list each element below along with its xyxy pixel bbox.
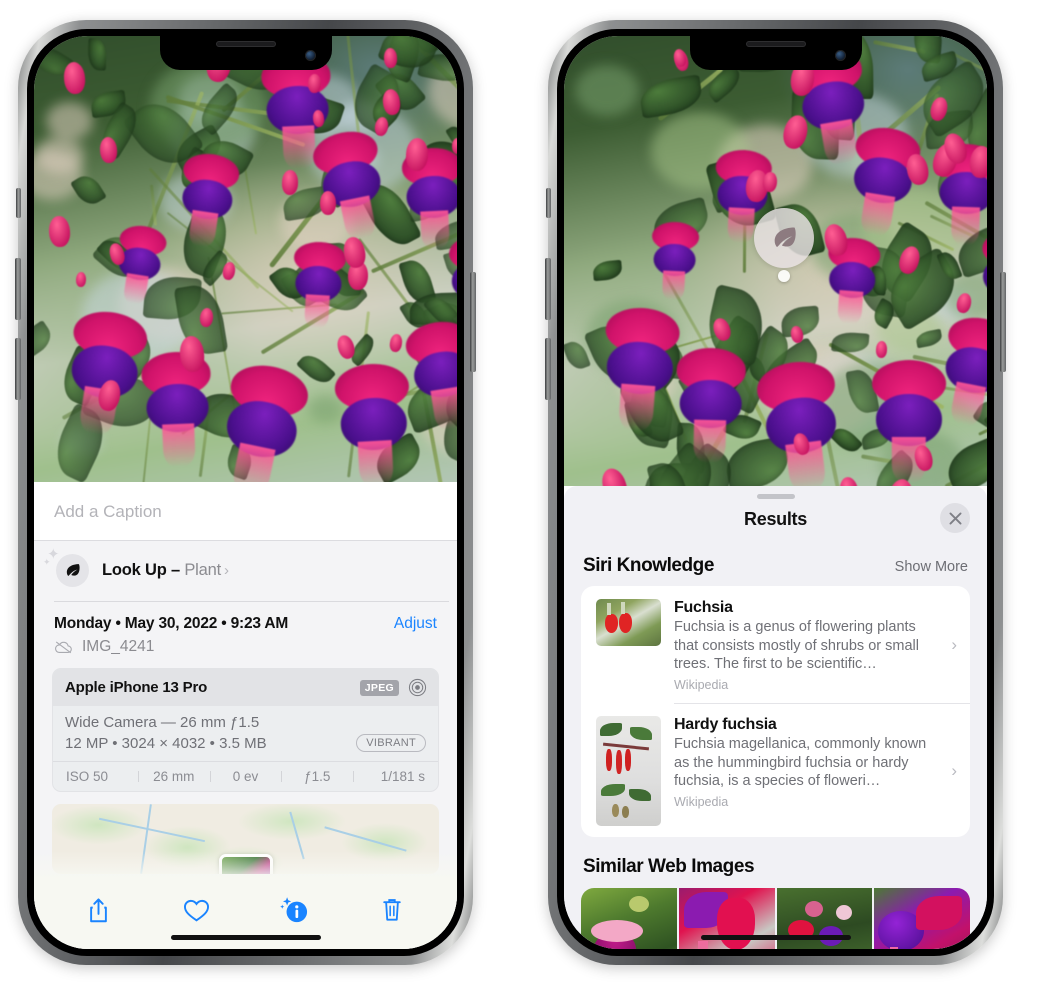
share-button[interactable] (79, 893, 119, 927)
volume-down-button[interactable] (545, 338, 551, 400)
file-name: IMG_4241 (82, 638, 155, 655)
earpiece-speaker (215, 41, 276, 47)
web-image-thumbnail[interactable] (581, 888, 677, 949)
look-up-subject: Plant (184, 561, 221, 579)
knowledge-thumbnail (596, 599, 661, 646)
knowledge-item[interactable]: Hardy fuchsia Fuchsia magellanica, commo… (581, 703, 970, 837)
right-screen: Results Siri Knowledge Show More Fuchsia… (564, 36, 987, 949)
format-badge: JPEG (359, 679, 399, 696)
leaf-icon: ✦ ✦ (43, 547, 89, 587)
left-bezel: Add a Caption ✦ ✦ Look Up – Plant › Mond… (27, 29, 464, 956)
front-camera-icon (304, 50, 316, 61)
knowledge-thumbnail (596, 716, 661, 827)
iphone-right-device: Results Siri Knowledge Show More Fuchsia… (545, 20, 1006, 965)
map-photo-pin (218, 854, 273, 874)
adjust-button[interactable]: Adjust (394, 615, 437, 633)
left-screen: Add a Caption ✦ ✦ Look Up – Plant › Mond… (34, 36, 457, 949)
siri-knowledge-header: Siri Knowledge Show More (564, 536, 987, 586)
knowledge-source: Wikipedia (674, 677, 729, 692)
volume-up-button[interactable] (15, 258, 21, 320)
iphone-left-device: Add a Caption ✦ ✦ Look Up – Plant › Mond… (15, 20, 476, 965)
info-button[interactable] (274, 893, 314, 927)
screenshot-stage: Add a Caption ✦ ✦ Look Up – Plant › Mond… (0, 0, 1055, 985)
look-up-prefix: Look Up – (102, 561, 185, 579)
raw-circles-icon (408, 678, 427, 697)
look-up-row[interactable]: ✦ ✦ Look Up – Plant › (34, 541, 457, 601)
sheet-title: Results (744, 509, 807, 529)
lens-info: Wide Camera — 26 mm ƒ1.5 (65, 714, 260, 731)
knowledge-title: Hardy fuchsia (674, 716, 777, 734)
delete-button[interactable] (372, 893, 412, 927)
section-title: Similar Web Images (583, 856, 755, 878)
show-more-button[interactable]: Show More (895, 559, 968, 575)
web-image-thumbnail[interactable] (874, 888, 970, 949)
resolution-info: 12 MP • 3024 × 4032 • 3.5 MB (65, 734, 267, 752)
power-button[interactable] (470, 272, 476, 372)
camera-metadata-card[interactable]: Apple iPhone 13 Pro JPEG Wide Camera — 2… (52, 668, 439, 792)
results-sheet: Results Siri Knowledge Show More Fuchsia… (564, 486, 987, 949)
power-button[interactable] (1000, 272, 1006, 372)
results-header: Results (564, 499, 987, 536)
device-name: Apple iPhone 13 Pro (65, 679, 208, 696)
exif-shutter: 1/181 s (353, 769, 432, 784)
exif-focal: 26 mm (137, 769, 210, 784)
exif-aperture: ƒ1.5 (281, 769, 353, 784)
close-button[interactable] (940, 503, 970, 533)
mute-switch[interactable] (546, 188, 551, 218)
volume-up-button[interactable] (545, 258, 551, 320)
exif-iso: ISO 50 (66, 769, 109, 784)
front-camera-icon (834, 50, 846, 61)
caption-placeholder: Add a Caption (54, 502, 162, 521)
photo-info-sheet: Add a Caption ✦ ✦ Look Up – Plant › Mond… (34, 482, 457, 949)
capture-date-row: Monday • May 30, 2022 • 9:23 AM Adjust (34, 601, 457, 633)
notch (159, 36, 332, 70)
metadata-body: Wide Camera — 26 mm ƒ1.5 12 MP • 3024 × … (53, 706, 438, 761)
leaf-icon (774, 227, 796, 248)
notch (689, 36, 862, 70)
photo-canvas[interactable] (34, 36, 457, 482)
visual-look-up-dot (778, 270, 790, 282)
look-up-label: Look Up – Plant › (102, 561, 229, 580)
close-icon (949, 512, 961, 524)
favorite-button[interactable] (177, 893, 217, 927)
siri-knowledge-card: Fuchsia Fuchsia is a genus of flowering … (581, 586, 970, 838)
exif-row: ISO 50 26 mm 0 ev ƒ1.5 1/181 s (53, 761, 438, 791)
volume-down-button[interactable] (15, 338, 21, 400)
sparkle-small-icon: ✦ (43, 557, 51, 567)
chevron-right-icon: › (951, 635, 957, 655)
knowledge-description: Fuchsia is a genus of flowering plants t… (674, 619, 919, 673)
earpiece-speaker (745, 41, 806, 47)
mute-switch[interactable] (16, 188, 21, 218)
location-map[interactable] (52, 804, 439, 874)
capture-date: Monday • May 30, 2022 • 9:23 AM (54, 615, 289, 632)
metadata-header: Apple iPhone 13 Pro JPEG (53, 669, 438, 706)
right-bezel: Results Siri Knowledge Show More Fuchsia… (557, 29, 994, 956)
file-name-row: IMG_4241 (34, 633, 457, 668)
caption-input[interactable]: Add a Caption (34, 482, 457, 541)
knowledge-item[interactable]: Fuchsia Fuchsia is a genus of flowering … (581, 586, 970, 703)
knowledge-source: Wikipedia (674, 794, 729, 809)
visual-look-up-badge[interactable] (754, 208, 814, 268)
knowledge-description: Fuchsia magellanica, commonly known as t… (674, 736, 927, 790)
exif-exposure: 0 ev (209, 769, 282, 784)
section-title: Siri Knowledge (583, 555, 714, 576)
profile-badge: VIBRANT (356, 734, 426, 752)
chevron-right-icon: › (951, 761, 957, 781)
home-indicator[interactable] (700, 935, 851, 940)
knowledge-title: Fuchsia (674, 599, 733, 616)
home-indicator[interactable] (170, 935, 321, 940)
chevron-right-icon: › (223, 562, 229, 579)
icloud-slash-icon (55, 641, 72, 654)
similar-web-images-header: Similar Web Images (564, 837, 987, 888)
